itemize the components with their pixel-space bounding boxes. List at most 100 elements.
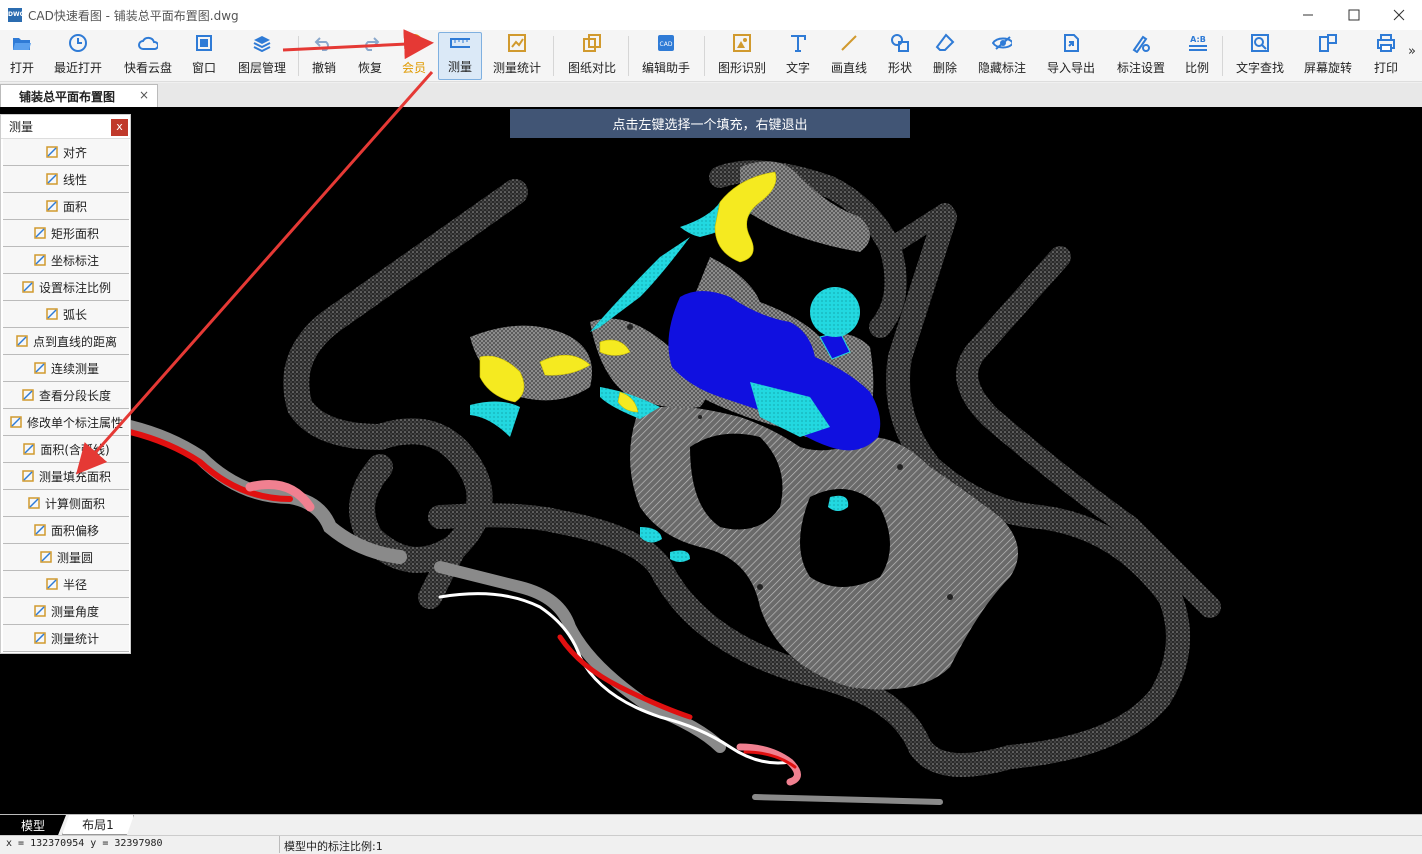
- measure-tool-label: 点到直线的距离: [32, 334, 117, 349]
- tab-layout1[interactable]: 布局1: [62, 815, 134, 835]
- measure-tool-label: 设置标注比例: [38, 280, 111, 295]
- ruler-icon: [450, 33, 470, 52]
- measure-tool-label: 测量填充面积: [38, 469, 111, 484]
- toolbar-delete-button[interactable]: 删除: [928, 32, 962, 80]
- window-icon: [194, 33, 214, 53]
- minimize-button[interactable]: [1285, 0, 1331, 30]
- toolbar-print-button[interactable]: 打印: [1370, 32, 1402, 80]
- toolbar-rotate-screen-button[interactable]: 屏幕旋转: [1300, 32, 1356, 80]
- measure-tool-angle[interactable]: 测量角度: [3, 598, 129, 625]
- measure-tool-label: 半径: [62, 577, 87, 592]
- toolbar-annotation-settings-button[interactable]: 标注设置: [1112, 32, 1170, 80]
- maximize-button[interactable]: [1331, 0, 1377, 30]
- toolbar-label: 快看云盘: [123, 61, 172, 75]
- measure-tool-measure-stats[interactable]: 测量统计: [3, 625, 129, 652]
- cad-edit-icon: CAD: [656, 33, 676, 53]
- toolbar-measure-stats-button[interactable]: 测量统计: [490, 32, 544, 80]
- measure-tool-list: 对齐线性面积矩形面积 坐标标注设置标注比例 弧长点到直线的距离 连续测量查看分段长度修…: [1, 139, 130, 652]
- toolbar-text-button[interactable]: 文字: [782, 32, 814, 80]
- cad-drawing[interactable]: [0, 107, 1422, 814]
- side-area-icon: [27, 496, 41, 510]
- measure-tool-side-area[interactable]: 计算侧面积: [3, 490, 129, 517]
- measure-tool-label: 面积: [62, 199, 87, 214]
- measure-tool-circle-measure[interactable]: 测量圆: [3, 544, 129, 571]
- svg-text:CAD: CAD: [660, 41, 673, 48]
- toolbar-label: 测量: [447, 60, 472, 74]
- measure-tool-label: 弧长: [62, 307, 87, 322]
- rect-area-icon: [33, 226, 47, 240]
- align-measure-icon: [45, 145, 59, 159]
- text-icon: [788, 33, 808, 53]
- toolbar-scale-button[interactable]: A:B 比例: [1180, 32, 1214, 80]
- toolbar-open-button[interactable]: 打开: [6, 32, 38, 80]
- measure-tool-label: 查看分段长度: [38, 388, 111, 403]
- measure-tool-coordinate[interactable]: 坐标标注: [3, 247, 129, 274]
- area-offset-icon: [33, 523, 47, 537]
- measure-tool-label: 面积偏移: [50, 523, 99, 538]
- circle-measure-icon: [39, 550, 53, 564]
- toolbar-redo-button[interactable]: 恢复: [354, 32, 386, 80]
- measure-tool-label: 对齐: [62, 145, 87, 160]
- toolbar-label: 比例: [1184, 61, 1209, 75]
- toolbar-compare-button[interactable]: 图纸对比: [564, 32, 620, 80]
- measure-tool-label: 测量角度: [50, 604, 99, 619]
- toolbar-undo-button[interactable]: 撤销: [308, 32, 340, 80]
- measure-stats-icon: [507, 33, 527, 53]
- measure-tool-edit-annotation[interactable]: 修改单个标注属性: [3, 409, 129, 436]
- measure-tool-segment-length[interactable]: 查看分段长度: [3, 382, 129, 409]
- toolbar-label: 文字: [785, 61, 810, 75]
- measure-stats-icon: [33, 631, 47, 645]
- measure-tool-arc-length[interactable]: 弧长: [3, 301, 129, 328]
- toolbar-label: 撤销: [311, 61, 336, 75]
- measure-panel-close-button[interactable]: x: [111, 119, 128, 136]
- toolbar-import-export-button[interactable]: 导入导出: [1042, 32, 1100, 80]
- measure-tool-align-measure[interactable]: 对齐: [3, 139, 129, 166]
- toolbar-vip-button[interactable]: 会员: [398, 32, 430, 80]
- toolbar-label: 编辑助手: [641, 61, 690, 75]
- drawing-canvas[interactable]: 点击左键选择一个填充，右键退出: [0, 107, 1422, 814]
- toolbar-label: 窗口: [191, 61, 216, 75]
- document-tab-close-button[interactable]: ×: [139, 88, 149, 102]
- angle-icon: [33, 604, 47, 618]
- toolbar-window-button[interactable]: 窗口: [188, 32, 220, 80]
- point-line-distance-icon: [15, 334, 29, 348]
- continuous-measure-icon: [33, 361, 47, 375]
- measure-tool-radius[interactable]: 半径: [3, 571, 129, 598]
- scale-icon: A:B: [1187, 33, 1207, 53]
- cloud-icon: [138, 33, 158, 53]
- toolbar-measure-button[interactable]: 测量: [438, 32, 482, 80]
- measure-tool-label: 计算侧面积: [44, 496, 105, 511]
- document-tab[interactable]: 铺装总平面布置图 ×: [0, 84, 158, 107]
- toolbar-label: 图纸对比: [567, 61, 616, 75]
- toolbar-label: 测量统计: [492, 61, 541, 75]
- measure-tool-point-line-distance[interactable]: 点到直线的距离: [3, 328, 129, 355]
- tab-model[interactable]: 模型: [0, 815, 66, 835]
- toolbar-text-search-button[interactable]: 文字查找: [1232, 32, 1288, 80]
- measure-tool-label: 连续测量: [50, 361, 99, 376]
- toolbar-recent-button[interactable]: 最近打开: [52, 32, 104, 80]
- toolbar-shape-recognize-button[interactable]: 图形识别: [714, 32, 770, 80]
- status-bar: x = 132370954 y = 32397980 模型中的标注比例:1: [0, 835, 1422, 853]
- close-window-button[interactable]: [1376, 0, 1422, 30]
- clock-icon: [68, 33, 88, 53]
- toolbar-hide-annotation-button[interactable]: 隐藏标注: [974, 32, 1030, 80]
- measure-tool-area-offset[interactable]: 面积偏移: [3, 517, 129, 544]
- measure-tool-continuous-measure[interactable]: 连续测量: [3, 355, 129, 382]
- rotate-screen-icon: [1318, 33, 1338, 53]
- measure-tool-area[interactable]: 面积: [3, 193, 129, 220]
- window-title: CAD快速看图 - 铺装总平面布置图.dwg: [28, 8, 239, 23]
- measure-tool-rect-area[interactable]: 矩形面积: [3, 220, 129, 247]
- measure-tool-linear-measure[interactable]: 线性: [3, 166, 129, 193]
- toolbar-shape-button[interactable]: 形状: [884, 32, 916, 80]
- toolbar-overflow-button[interactable]: »: [1408, 44, 1416, 59]
- annotation-settings-icon: [1131, 33, 1151, 53]
- measure-tool-fill-area[interactable]: 测量填充面积: [3, 463, 129, 490]
- toolbar-layer-button[interactable]: 图层管理: [234, 32, 290, 80]
- toolbar-edit-assistant-button[interactable]: CAD 编辑助手: [638, 32, 694, 80]
- measure-tool-scale[interactable]: 设置标注比例: [3, 274, 129, 301]
- measure-panel-title: 测量: [9, 120, 34, 134]
- toolbar-cloud-button[interactable]: 快看云盘: [120, 32, 176, 80]
- measure-tool-arc-area[interactable]: 面积(含弧线): [3, 436, 129, 463]
- toolbar-line-button[interactable]: 画直线: [826, 32, 872, 80]
- vip-icon: [404, 33, 424, 53]
